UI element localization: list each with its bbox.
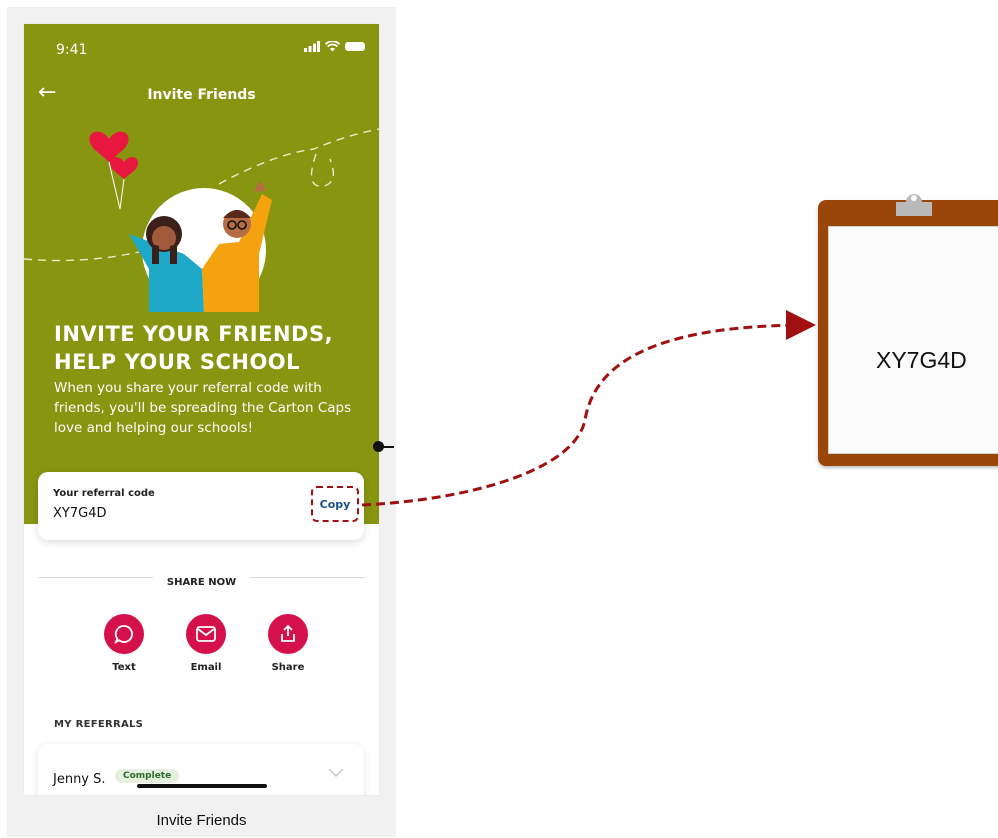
clipboard-code: XY7G4D — [876, 347, 967, 373]
share-text-option[interactable]: Text — [94, 614, 154, 673]
message-bubble-icon — [114, 625, 133, 644]
share-share-button[interactable] — [268, 614, 308, 654]
home-indicator — [137, 784, 267, 788]
wifi-icon — [325, 41, 340, 52]
referral-code-value: XY7G4D — [53, 506, 107, 521]
envelope-icon — [196, 626, 216, 642]
phone-screen: 9:41 ← Invite Friends INVITE YOUR FRIEND… — [24, 24, 379, 795]
referral-code-card: Your referral code XY7G4D Copy — [38, 472, 364, 540]
referral-code-label: Your referral code — [53, 488, 155, 499]
share-email-label: Email — [190, 662, 222, 673]
chevron-down-icon[interactable] — [328, 768, 344, 778]
status-badge: Complete — [115, 769, 180, 783]
share-text-button[interactable] — [104, 614, 144, 654]
share-email-option[interactable]: Email — [176, 614, 236, 673]
referral-name: Jenny S. — [53, 772, 106, 787]
page-title: Invite Friends — [147, 87, 256, 103]
battery-icon — [345, 42, 365, 51]
headline-line-2: HELP YOUR SCHOOL — [54, 350, 301, 374]
headline-line-1: INVITE YOUR FRIENDS, — [54, 322, 334, 346]
signal-icon — [304, 41, 320, 52]
copy-button[interactable]: Copy — [311, 486, 359, 522]
share-share-label: Share — [271, 662, 305, 673]
my-referrals-heading: MY REFERRALS — [54, 719, 144, 730]
status-icons — [304, 41, 365, 52]
annotation-anchor-tick — [382, 446, 394, 448]
share-text-label: Text — [112, 662, 136, 673]
share-now-heading: SHARE NOW — [24, 570, 379, 589]
artboard-caption: Invite Friends — [156, 812, 247, 829]
hero-headline: INVITE YOUR FRIENDS, HELP YOUR SCHOOL — [54, 320, 364, 376]
status-time: 9:41 — [56, 42, 88, 58]
share-share-option[interactable]: Share — [258, 614, 318, 673]
clipboard: XY7G4D — [818, 194, 998, 466]
share-now-label: SHARE NOW — [152, 577, 251, 588]
clipboard-paper: XY7G4D — [828, 226, 998, 454]
share-options: Text Email Share — [94, 614, 314, 684]
hero-subtext: When you share your referral code with f… — [54, 380, 352, 436]
friends-illustration — [24, 128, 379, 312]
share-upload-icon — [281, 624, 295, 642]
clipboard-clip-icon — [896, 194, 932, 216]
hero-section: 9:41 ← Invite Friends INVITE YOUR FRIEND… — [24, 24, 379, 524]
share-email-button[interactable] — [186, 614, 226, 654]
